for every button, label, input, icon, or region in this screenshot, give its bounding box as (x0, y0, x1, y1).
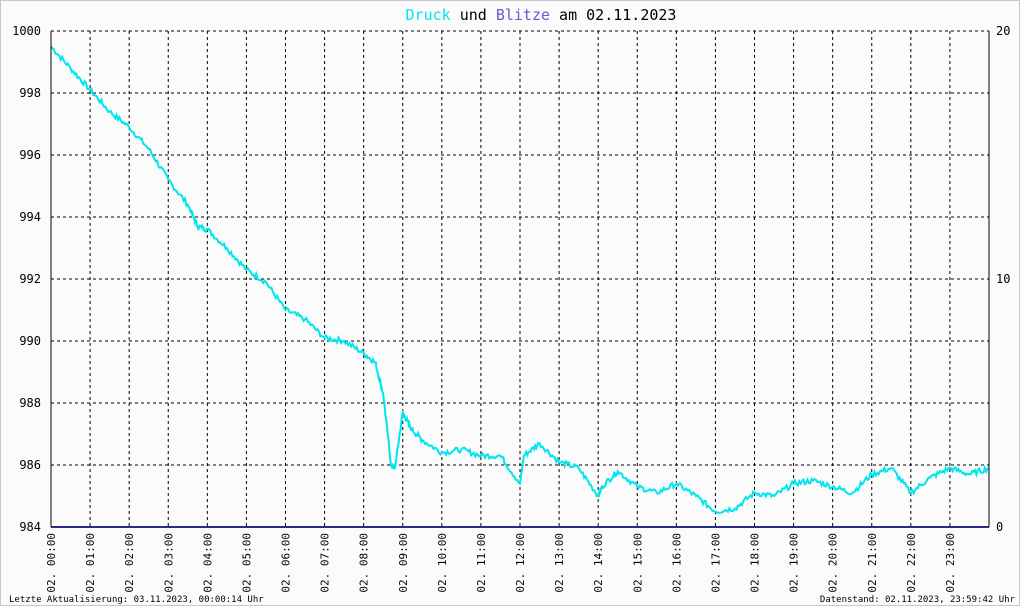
y-tick-label-left: 986 (19, 458, 41, 472)
x-tick-label: 02. 17:00 (709, 533, 722, 593)
y-tick-label-left: 988 (19, 396, 41, 410)
x-tick-label: 02. 07:00 (319, 533, 332, 593)
y-axis-left: 1000 998 996 994 992 990 988 986 984 (12, 24, 41, 534)
x-tick-label: 02. 06:00 (280, 533, 293, 593)
chart-frame: Druck und Blitze am 02.11.2023 1000 998 99… (0, 0, 1020, 606)
x-tick-label: 02. 09:00 (397, 533, 410, 593)
x-tick-label: 02. 18:00 (749, 533, 762, 593)
x-tick-label: 02. 23:00 (944, 533, 957, 593)
footer-last-update: Letzte Aktualisierung: 03.11.2023, 00:00… (9, 595, 264, 605)
x-tick-label: 02. 10:00 (436, 533, 449, 593)
x-tick-label: 02. 03:00 (162, 533, 175, 593)
y-tick-label-left: 996 (19, 148, 41, 162)
x-tick-label: 02. 05:00 (240, 533, 253, 593)
y-tick-label-left: 992 (19, 272, 41, 286)
y-tick-label-left: 994 (19, 210, 41, 224)
chart-title: Druck und Blitze am 02.11.2023 (406, 6, 677, 24)
x-tick-label: 02. 20:00 (827, 533, 840, 593)
title-und: und (451, 6, 496, 24)
x-tick-label: 02. 15:00 (631, 533, 644, 593)
title-blitze: Blitze (496, 6, 550, 24)
x-tick-label: 02. 21:00 (866, 533, 879, 593)
x-tick-label: 02. 08:00 (358, 533, 371, 593)
footer-data-status: Datenstand: 02.11.2023, 23:59:42 Uhr (820, 595, 1016, 605)
x-tick-label: 02. 00:00 (45, 533, 58, 593)
x-tick-label: 02. 04:00 (201, 533, 214, 593)
x-axis: 02. 00:00 02. 01:00 02. 02:00 02. 03:00 02. … (45, 533, 957, 593)
x-tick-label: 02. 13:00 (553, 533, 566, 593)
y-tick-label-left: 990 (19, 334, 41, 348)
title-date: am 02.11.2023 (550, 6, 676, 24)
x-tick-label: 02. 12:00 (514, 533, 527, 593)
x-tick-label: 02. 01:00 (84, 533, 97, 593)
y-tick-label-right: 0 (996, 520, 1003, 534)
x-tick-label: 02. 14:00 (592, 533, 605, 593)
y-tick-label-left: 1000 (12, 24, 41, 38)
pressure-lightning-chart: Druck und Blitze am 02.11.2023 1000 998 99… (9, 6, 1016, 605)
y-tick-label-right: 10 (996, 272, 1010, 286)
x-tick-label: 02. 19:00 (788, 533, 801, 593)
x-tick-label: 02. 02:00 (123, 533, 136, 593)
x-tick-label: 02. 11:00 (475, 533, 488, 593)
x-tick-label: 02. 16:00 (670, 533, 683, 593)
grid-lines (51, 30, 989, 528)
title-druck: Druck (406, 6, 451, 24)
x-tick-label: 02. 22:00 (905, 533, 918, 593)
y-tick-label-left: 998 (19, 86, 41, 100)
y-tick-label-right: 20 (996, 24, 1010, 38)
y-axis-right: 20 10 0 (996, 24, 1010, 534)
y-tick-label-left: 984 (19, 520, 41, 534)
